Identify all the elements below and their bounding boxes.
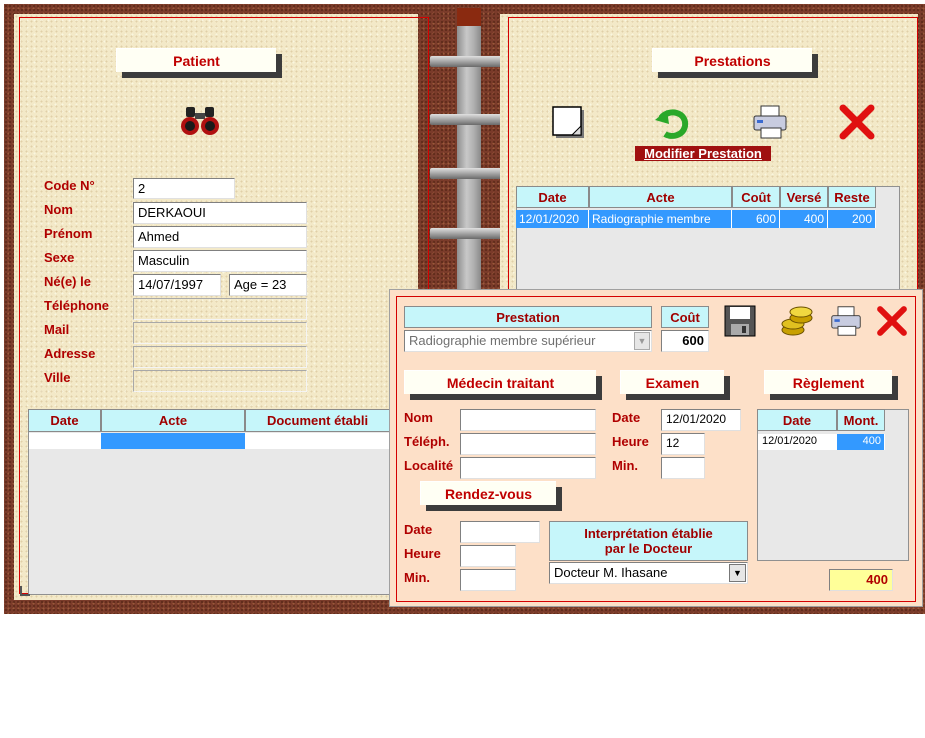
cout-header: Coût bbox=[661, 306, 709, 328]
table-cell-montant[interactable]: 400 bbox=[837, 434, 885, 450]
cout-field[interactable]: 600 bbox=[661, 330, 709, 352]
telephone-field[interactable] bbox=[133, 298, 307, 320]
reglement-title: Règlement bbox=[764, 370, 892, 394]
adresse-field[interactable] bbox=[133, 346, 307, 368]
mail-field[interactable] bbox=[133, 322, 307, 344]
resize-grip-icon[interactable] bbox=[20, 586, 30, 596]
reglement-header-date[interactable]: Date bbox=[757, 409, 837, 431]
coins-icon[interactable] bbox=[778, 303, 816, 339]
close-icon[interactable] bbox=[874, 304, 910, 338]
table-cell-acte[interactable]: Radiographie membre bbox=[589, 210, 732, 228]
rdv-date-label: Date bbox=[404, 522, 433, 537]
medecin-traitant-title: Médecin traitant bbox=[404, 370, 596, 394]
rdv-min-label: Min. bbox=[404, 570, 430, 585]
interpretation-header-line2: par le Docteur bbox=[604, 541, 693, 556]
table-cell-date bbox=[29, 433, 101, 449]
interpretation-header-line1: Interprétation établie bbox=[584, 526, 713, 541]
examen-title: Examen bbox=[620, 370, 724, 394]
medecin-tel-field[interactable] bbox=[460, 433, 596, 455]
sexe-label: Sexe bbox=[44, 250, 75, 265]
binder-ring bbox=[430, 114, 508, 125]
modify-prestation-button[interactable]: Modifier Prestation bbox=[635, 146, 771, 161]
age-field: Age = 23 bbox=[229, 274, 307, 296]
patient-title: Patient bbox=[116, 48, 276, 72]
printer-icon[interactable] bbox=[750, 103, 790, 141]
sexe-field[interactable]: Masculin bbox=[133, 250, 307, 272]
prestations-header-cout[interactable]: Coût bbox=[732, 186, 780, 208]
examen-heure-field[interactable]: 12 bbox=[661, 433, 705, 455]
rdv-heure-field[interactable] bbox=[460, 545, 516, 567]
rdv-min-field[interactable] bbox=[460, 569, 516, 591]
table-cell-document bbox=[245, 433, 389, 449]
adresse-label: Adresse bbox=[44, 346, 96, 361]
prestations-header-verse[interactable]: Versé bbox=[780, 186, 828, 208]
examen-heure-label: Heure bbox=[612, 434, 649, 449]
docteur-select-value: Docteur M. Ihasane bbox=[554, 565, 668, 580]
table-cell-date[interactable]: 12/01/2020 bbox=[758, 434, 837, 450]
examen-min-field[interactable] bbox=[661, 457, 705, 479]
undo-arrow-icon[interactable] bbox=[652, 105, 692, 141]
telephone-label: Téléphone bbox=[44, 298, 110, 313]
patient-table-header-acte[interactable]: Acte bbox=[101, 409, 245, 432]
new-document-icon[interactable] bbox=[548, 103, 588, 141]
table-cell-cout[interactable]: 600 bbox=[732, 210, 780, 228]
medecin-localite-label: Localité bbox=[404, 458, 454, 473]
binder-ring bbox=[430, 56, 508, 67]
reglement-table[interactable] bbox=[757, 409, 909, 561]
birthdate-label: Né(e) le bbox=[44, 274, 91, 289]
prestations-title: Prestations bbox=[652, 48, 812, 72]
code-label: Code N° bbox=[44, 178, 95, 193]
rendez-vous-title: Rendez-vous bbox=[420, 481, 556, 505]
printer-icon[interactable] bbox=[828, 304, 864, 338]
patient-table-header-date[interactable]: Date bbox=[28, 409, 101, 432]
docteur-select[interactable]: Docteur M. Ihasane bbox=[549, 562, 748, 584]
reglement-header-montant[interactable]: Mont. bbox=[837, 409, 885, 431]
nom-label: Nom bbox=[44, 202, 73, 217]
medecin-tel-label: Téléph. bbox=[404, 434, 450, 449]
table-cell-verse[interactable]: 400 bbox=[780, 210, 828, 228]
binoculars-icon[interactable] bbox=[180, 104, 220, 138]
interpretation-header: Interprétation établie par le Docteur bbox=[549, 521, 748, 561]
code-field[interactable]: 2 bbox=[133, 178, 235, 199]
rdv-date-field[interactable] bbox=[460, 521, 540, 543]
binder-ring bbox=[430, 168, 508, 179]
prenom-label: Prénom bbox=[44, 226, 93, 241]
prestation-select-value: Radiographie membre supérieur bbox=[409, 333, 596, 348]
mail-label: Mail bbox=[44, 322, 70, 337]
examen-min-label: Min. bbox=[612, 458, 638, 473]
save-disk-icon[interactable] bbox=[722, 303, 758, 339]
prestations-header-reste[interactable]: Reste bbox=[828, 186, 876, 208]
prestation-header: Prestation bbox=[404, 306, 652, 328]
ville-label: Ville bbox=[44, 370, 71, 385]
chevron-down-icon[interactable]: ▼ bbox=[729, 564, 746, 582]
prenom-field[interactable]: Ahmed bbox=[133, 226, 307, 248]
chevron-down-icon[interactable]: ▼ bbox=[634, 332, 650, 350]
table-cell-reste[interactable]: 200 bbox=[828, 210, 876, 228]
table-cell-acte bbox=[101, 433, 245, 449]
prestations-header-acte[interactable]: Acte bbox=[589, 186, 732, 208]
medecin-nom-field[interactable] bbox=[460, 409, 596, 431]
reglement-total-field: 400 bbox=[829, 569, 893, 591]
medecin-nom-label: Nom bbox=[404, 410, 433, 425]
medecin-localite-field[interactable] bbox=[460, 457, 596, 479]
birthdate-field[interactable]: 14/07/1997 bbox=[133, 274, 221, 296]
close-icon[interactable] bbox=[836, 103, 878, 141]
binder-ring bbox=[430, 228, 508, 239]
ville-field[interactable] bbox=[133, 370, 307, 392]
patient-table-header-document[interactable]: Document établi bbox=[245, 409, 390, 432]
table-cell-date[interactable]: 12/01/2020 bbox=[516, 210, 589, 228]
rdv-heure-label: Heure bbox=[404, 546, 441, 561]
examen-date-field[interactable]: 12/01/2020 bbox=[661, 409, 741, 431]
prestation-select[interactable]: Radiographie membre supérieur bbox=[404, 330, 652, 352]
nom-field[interactable]: DERKAOUI bbox=[133, 202, 307, 224]
prestations-header-date[interactable]: Date bbox=[516, 186, 589, 208]
examen-date-label: Date bbox=[612, 410, 641, 425]
